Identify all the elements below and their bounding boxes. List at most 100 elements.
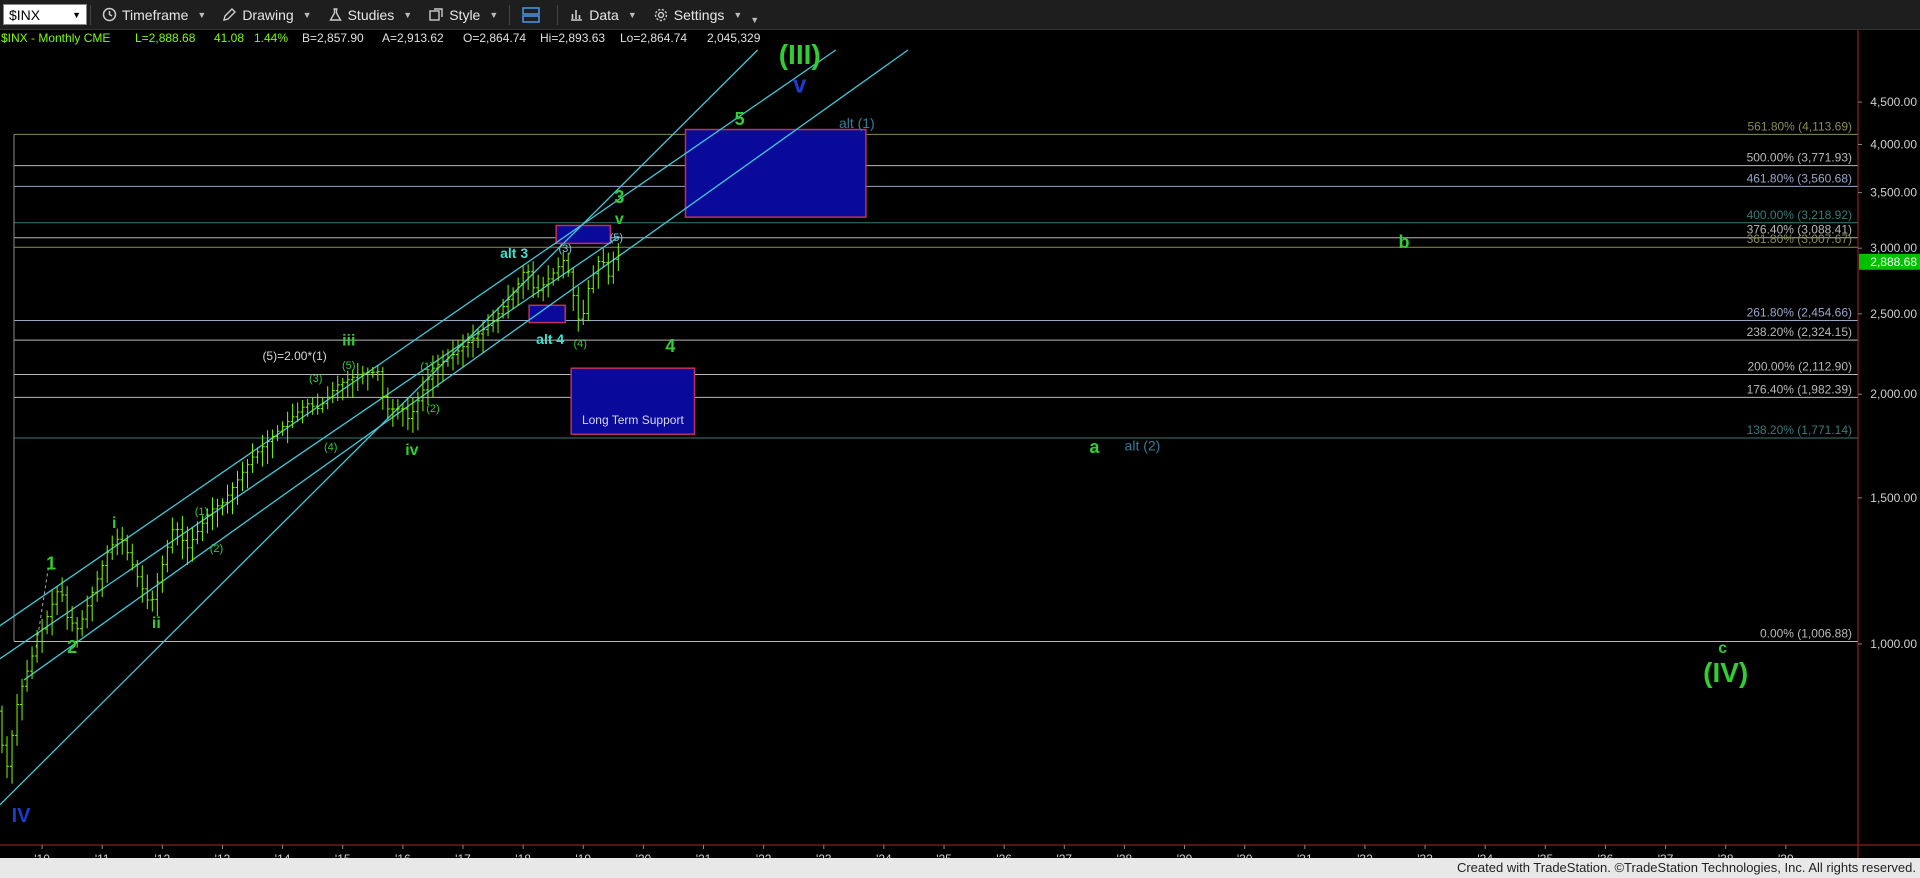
fib-level-label: 200.00% (2,112.90) — [1747, 359, 1852, 373]
timeframe-button[interactable]: Timeframe ▼ — [94, 0, 214, 29]
fib-level-label: 561.80% (4,113.69) — [1747, 119, 1852, 133]
y-tick-label: 3,000.00 — [1870, 241, 1917, 255]
chevron-down-icon: ▼ — [489, 9, 499, 20]
y-tick-label: 2,000.00 — [1870, 387, 1917, 401]
drawing-label: Drawing — [242, 6, 294, 23]
wave-label: (5)=2.00*(1) — [262, 349, 326, 363]
layout-button[interactable] — [513, 0, 554, 29]
wave-label: ii — [152, 615, 161, 632]
toolbar-separator — [557, 4, 559, 25]
fib-level-label: 461.80% (3,560.68) — [1747, 171, 1852, 185]
wave-label: (1) — [420, 361, 433, 373]
bar-chart-icon — [571, 10, 583, 21]
wave-label: (3) — [309, 373, 322, 385]
wave-label: 1 — [46, 553, 56, 573]
wave-label: v — [793, 72, 807, 99]
wave-label: 2 — [67, 637, 77, 657]
fib-level-label: 361.80% (3,007.67) — [1747, 232, 1852, 246]
header-high: Hi=2,893.63 — [540, 31, 605, 45]
header-volume: 2,045,329 — [707, 31, 761, 45]
wave-label: b — [1399, 232, 1410, 252]
style-icon — [429, 8, 443, 21]
toolbar: $INX ▼ Timeframe ▼ Drawing ▼ Studies ▼ S… — [0, 0, 1920, 30]
studies-label: Studies — [347, 6, 395, 23]
y-tick-label: 2,500.00 — [1870, 307, 1917, 321]
footer: Created with TradeStation. ©TradeStation… — [0, 858, 1920, 878]
y-tick-label: 1,500.00 — [1870, 491, 1917, 505]
toolbar-separator — [509, 4, 511, 25]
wave-label: v — [615, 211, 624, 228]
header-ask: A=2,913.62 — [382, 31, 444, 45]
chevron-down-icon: ▼ — [733, 9, 743, 20]
settings-button[interactable]: Settings ▼ — [645, 0, 751, 29]
wave-label: (5) — [610, 232, 623, 244]
wave-label: (2) — [426, 403, 439, 415]
symbol-selector[interactable]: $INX ▼ — [3, 4, 87, 25]
wave-label: IV — [12, 805, 32, 827]
chevron-down-icon: ▼ — [302, 9, 312, 20]
gear-icon — [654, 8, 667, 21]
wave-label: a — [1089, 437, 1100, 457]
header-change-pct: 1.44% — [254, 31, 288, 45]
drawing-button[interactable]: Drawing ▼ — [214, 0, 319, 29]
fib-level-label: 0.00% (1,006.88) — [1760, 626, 1852, 640]
header-low: Lo=2,864.74 — [620, 31, 687, 45]
y-tick-label: 4,500.00 — [1870, 95, 1917, 109]
price-chart[interactable]: 561.80% (4,113.69) 500.00% (3,771.93) 461.… — [0, 30, 1920, 858]
timeframe-label: Timeframe — [122, 6, 189, 23]
wave-label: 5 — [735, 109, 745, 129]
wave-label: (1) — [195, 506, 208, 518]
wave-label: alt 3 — [500, 245, 528, 261]
wave-label: c — [1718, 640, 1727, 657]
fib-level-label: 238.20% (2,324.15) — [1747, 325, 1852, 339]
style-label: Style — [449, 6, 481, 23]
fib-level-label: 400.00% (3,218.92) — [1747, 208, 1852, 222]
data-button[interactable]: Data ▼ — [561, 0, 645, 29]
wave-label: (III) — [779, 39, 821, 70]
header-change: 41.08 — [214, 31, 244, 45]
y-tick-label: 4,000.00 — [1870, 138, 1917, 152]
wave-label: 4 — [665, 336, 675, 356]
chevron-down-icon: ▼ — [627, 9, 637, 20]
flask-icon — [328, 8, 342, 21]
y-tick-label: 1,000.00 — [1870, 637, 1917, 651]
studies-button[interactable]: Studies ▼ — [320, 0, 421, 29]
layout-icon — [522, 6, 541, 23]
chevron-down-icon: ▼ — [403, 9, 413, 20]
clock-icon — [102, 7, 117, 22]
wave-label: i — [112, 515, 116, 532]
y-tick-label: 3,500.00 — [1870, 186, 1917, 200]
last-price-label: 2,888.68 — [1870, 255, 1917, 269]
box-label: Long Term Support — [582, 413, 685, 427]
wave-label: alt (1) — [839, 115, 875, 131]
header-last: L=2,888.68 — [135, 31, 196, 45]
header-bid: B=2,857.90 — [302, 31, 364, 45]
symbol-value: $INX — [9, 6, 41, 23]
chevron-down-icon: ▼ — [197, 9, 207, 20]
wave-label: (2) — [210, 543, 223, 555]
wave-label: alt (2) — [1125, 438, 1161, 454]
toolbar-separator — [90, 4, 91, 25]
wave-label: (3) — [558, 243, 571, 255]
data-label: Data — [589, 6, 619, 23]
wave-label: iv — [405, 442, 418, 459]
target-box — [684, 128, 867, 218]
fib-level-label: 138.20% (1,771.14) — [1747, 423, 1852, 437]
pencil-icon — [223, 8, 237, 21]
wave-label: alt 4 — [536, 331, 564, 347]
fib-level-label: 176.40% (1,982.39) — [1747, 382, 1852, 396]
header-symbol-info: $INX - Monthly CME — [1, 31, 110, 45]
wave-label: (5) — [342, 360, 355, 372]
fib-level-label: 261.80% (2,454.66) — [1747, 305, 1852, 319]
chevron-down-icon: ▼ — [72, 9, 81, 20]
wave-label: iii — [342, 332, 355, 349]
wave-label: (4) — [324, 442, 337, 454]
settings-label: Settings — [673, 6, 725, 23]
chart-background — [0, 30, 1920, 858]
wave-label: (4) — [574, 338, 587, 350]
wave-label: 3 — [614, 187, 624, 207]
footer-credit: Created with TradeStation. ©TradeStation… — [1456, 860, 1916, 875]
header-open: O=2,864.74 — [463, 31, 526, 45]
style-button[interactable]: Style ▼ — [420, 0, 506, 29]
overflow-icon[interactable]: ▼ — [750, 15, 759, 25]
